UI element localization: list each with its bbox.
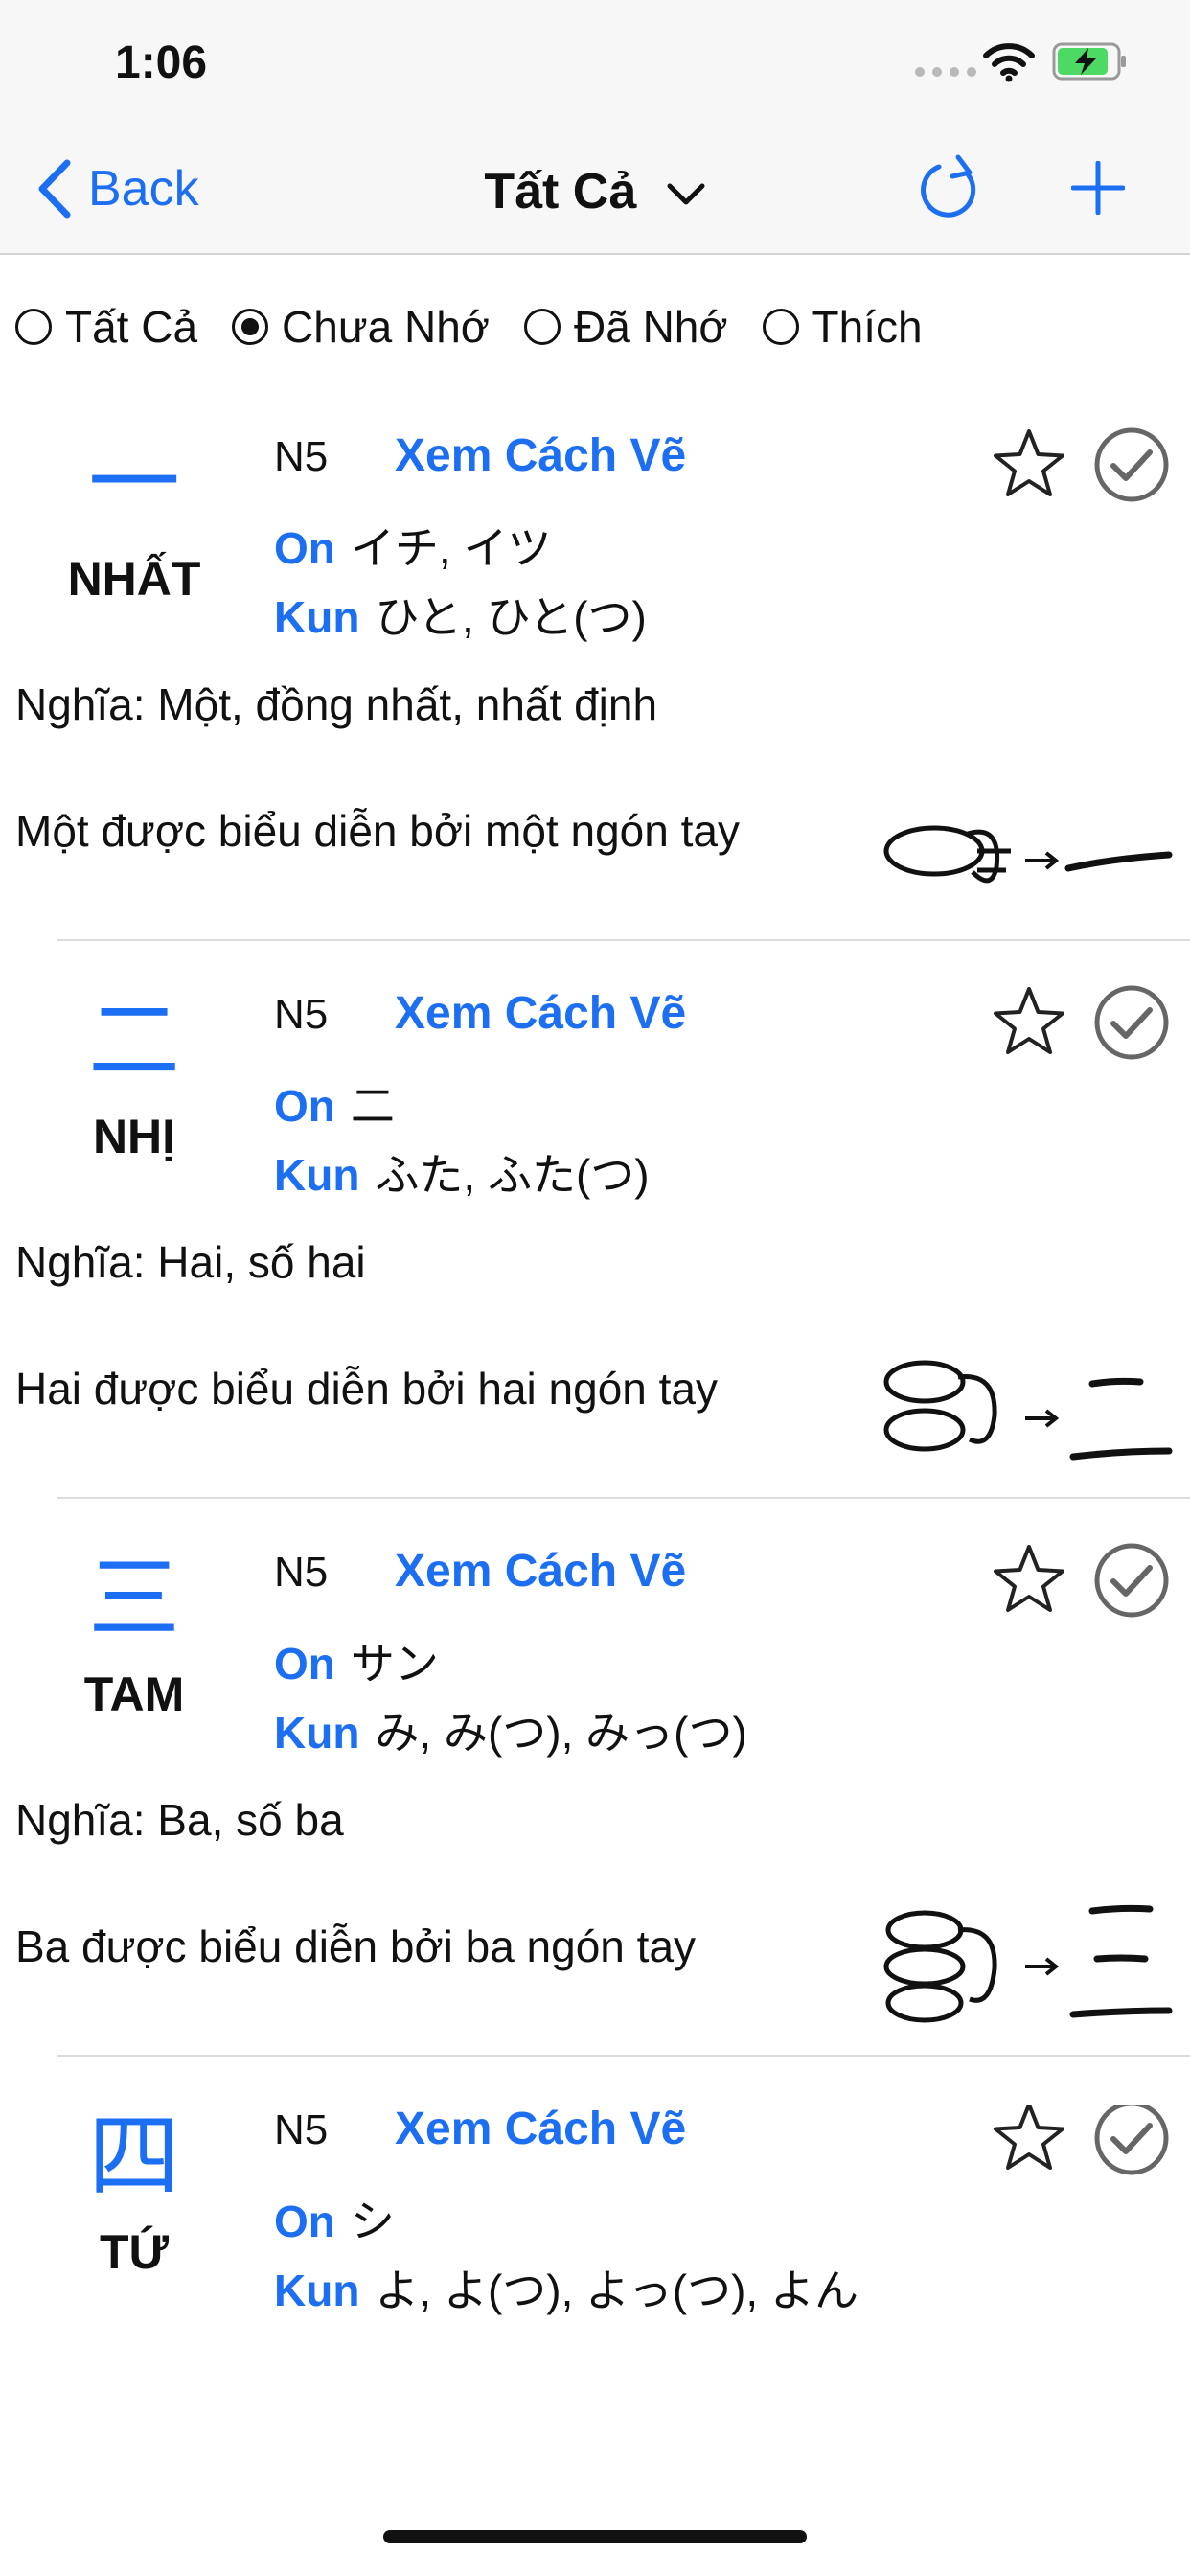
category-title-dropdown[interactable]: Tất Cả <box>0 163 1190 220</box>
kanji-mnemonic: Hai được biểu diễn bởi hai ngón tay <box>15 1364 719 1414</box>
kanji-hanviet: TỨ <box>99 2225 170 2279</box>
kanji-card[interactable]: 四 TỨ N5 Xem Cách Vẽ On シ Kun よ, よ(つ), よっ(つ… <box>0 2104 1190 2319</box>
radio-favorite[interactable] <box>762 309 799 345</box>
jlpt-level: N5 <box>274 991 329 1038</box>
kunyomi-reading: Kun み, み(つ), みっ(つ) <box>274 1708 747 1758</box>
mark-remembered-check-icon[interactable] <box>1092 2104 1171 2177</box>
view-stroke-order-link[interactable]: Xem Cách Vẽ <box>395 429 686 482</box>
kanji-hanviet: NHỊ <box>92 1110 176 1163</box>
kunyomi-reading: Kun ふた, ふた(つ) <box>274 1150 650 1200</box>
mark-remembered-check-icon[interactable] <box>1092 1541 1171 1620</box>
view-stroke-order-link[interactable]: Xem Cách Vẽ <box>395 1545 686 1598</box>
navigation-bar: Back Tất Cả <box>0 125 1190 255</box>
radio-remembered[interactable] <box>523 309 561 345</box>
list-viewport-clip: 四 TỨ N5 Xem Cách Vẽ On シ Kun よ, よ(つ), よっ(つ… <box>0 2104 1190 2319</box>
radio-not-remembered[interactable] <box>232 309 269 345</box>
refresh-icon[interactable] <box>920 153 983 222</box>
onyomi-reading: On シ <box>274 2196 395 2246</box>
kanji-character: 一 <box>88 428 180 537</box>
hand-mnemonic-illustration <box>883 1360 1173 1460</box>
kanji-card[interactable]: 二 NHỊ N5 Xem Cách Vẽ On 二 Kun ふた, ふた(つ) Ng… <box>0 941 1190 1499</box>
cellular-signal-icon <box>915 67 976 77</box>
kanji-character: 二 <box>88 986 180 1094</box>
favorite-star-icon[interactable] <box>991 2104 1067 2175</box>
status-bar: 1:06 <box>0 0 1190 125</box>
home-indicator[interactable] <box>383 2530 807 2543</box>
view-stroke-order-link[interactable]: Xem Cách Vẽ <box>395 987 686 1040</box>
kanji-mnemonic: Ba được biểu diễn bởi ba ngón tay <box>15 1921 697 1971</box>
filter-remembered-label: Đã Nhớ <box>573 302 728 352</box>
kanji-meaning: Nghĩa: Ba, số ba <box>15 1795 344 1845</box>
view-stroke-order-link[interactable]: Xem Cách Vẽ <box>395 2104 686 2155</box>
mark-remembered-check-icon[interactable] <box>1092 983 1171 1062</box>
filter-radio-group: Tất Cả Chưa Nhớ Đã Nhớ Thích <box>0 284 1190 370</box>
favorite-star-icon[interactable] <box>991 1541 1067 1618</box>
kanji-hanviet: NHẤT <box>67 552 201 606</box>
page-title: Tất Cả <box>484 164 637 219</box>
radio-all[interactable] <box>15 309 52 345</box>
filter-remembered[interactable]: Đã Nhớ <box>523 301 728 353</box>
kanji-character: 四 <box>88 2104 180 2210</box>
status-time: 1:06 <box>115 37 208 88</box>
kanji-card[interactable]: 一 NHẤT N5 Xem Cách Vẽ On イチ, イツ Kun ひと, ひと… <box>0 383 1190 941</box>
battery-charging-icon <box>1052 42 1126 80</box>
row-divider <box>57 2055 1190 2057</box>
kanji-meaning: Nghĩa: Một, đồng nhất, nhất định <box>15 679 658 729</box>
filter-all-label: Tất Cả <box>65 302 198 352</box>
onyomi-reading: On イチ, イツ <box>274 523 552 573</box>
hand-mnemonic-illustration <box>883 1904 1173 2023</box>
mark-remembered-check-icon[interactable] <box>1092 426 1171 504</box>
wifi-icon <box>983 43 1035 82</box>
filter-not-remembered-label: Chưa Nhớ <box>282 302 490 352</box>
jlpt-level: N5 <box>274 433 329 480</box>
onyomi-reading: On 二 <box>274 1081 395 1131</box>
kunyomi-reading: Kun よ, よ(つ), よっ(つ), よん <box>274 2266 858 2315</box>
kanji-mnemonic: Một được biểu diễn bởi một ngón tay <box>15 806 740 856</box>
onyomi-reading: On サン <box>274 1639 439 1689</box>
filter-favorite-label: Thích <box>812 302 923 352</box>
add-icon[interactable] <box>1071 161 1125 215</box>
chevron-down-icon <box>667 183 705 205</box>
favorite-star-icon[interactable] <box>991 983 1067 1060</box>
kanji-hanviet: TAM <box>83 1668 185 1721</box>
filter-all[interactable]: Tất Cả <box>15 301 197 353</box>
hand-mnemonic-illustration <box>883 825 1173 884</box>
kanji-character: 三 <box>88 1544 180 1652</box>
kanji-card[interactable]: 三 TAM N5 Xem Cách Vẽ On サン Kun み, み(つ), みっ… <box>0 1499 1190 2057</box>
filter-not-remembered[interactable]: Chưa Nhớ <box>232 301 490 353</box>
filter-favorite[interactable]: Thích <box>762 301 923 353</box>
favorite-star-icon[interactable] <box>991 426 1067 502</box>
kunyomi-reading: Kun ひと, ひと(つ) <box>274 592 647 642</box>
jlpt-level: N5 <box>274 1549 329 1596</box>
kanji-meaning: Nghĩa: Hai, số hai <box>15 1237 366 1287</box>
jlpt-level: N5 <box>274 2106 329 2153</box>
